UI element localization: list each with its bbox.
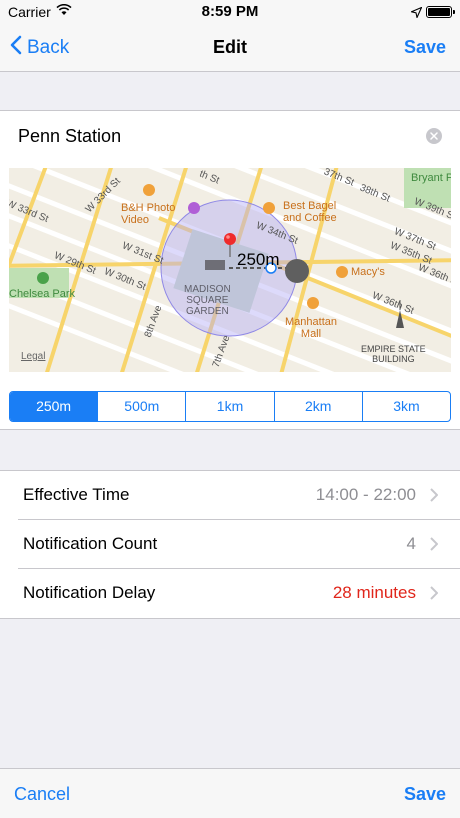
poi-bh-photo[interactable]: B&H Photo Video: [121, 202, 175, 226]
notification-count-row[interactable]: Notification Count 4: [18, 520, 460, 569]
clear-icon: [430, 132, 438, 140]
status-time: 8:59 PM: [201, 3, 259, 20]
radius-drag-handle[interactable]: [285, 259, 309, 283]
radius-option-500m[interactable]: 500m: [97, 392, 185, 421]
poi-manhattan-mall[interactable]: Manhattan Mall: [285, 316, 337, 340]
poi-madison-square-garden[interactable]: MADISON SQUARE GARDEN: [184, 284, 231, 317]
poi-best-bagel[interactable]: Best Bagel and Coffee: [283, 200, 337, 224]
notification-count-value: 4: [406, 534, 416, 553]
notification-count-label: Notification Count: [23, 534, 158, 553]
notification-delay-value: 28 minutes: [332, 583, 416, 602]
map-view[interactable]: W 33rd St W 31st St W 30th St W 29th St …: [9, 168, 451, 372]
location-name-input[interactable]: [18, 121, 413, 151]
battery-icon: [426, 6, 455, 18]
radius-option-1km[interactable]: 1km: [185, 392, 273, 421]
legal-link[interactable]: Legal: [21, 351, 45, 362]
notification-delay-row[interactable]: Notification Delay 28 minutes: [18, 569, 460, 618]
bottom-toolbar: Cancel Save: [0, 768, 460, 818]
location-pin-icon[interactable]: [223, 232, 237, 263]
radius-option-3km[interactable]: 3km: [361, 392, 450, 421]
clear-text-button[interactable]: [426, 128, 442, 144]
chevron-right-icon: [430, 586, 439, 605]
location-arrow-icon: [409, 5, 423, 21]
radius-label: 250m: [237, 250, 280, 269]
toolbar-save-button[interactable]: Save: [404, 784, 446, 805]
location-name-row: [0, 111, 460, 161]
cancel-button[interactable]: Cancel: [14, 784, 70, 805]
radius-option-2km[interactable]: 2km: [273, 392, 362, 421]
status-bar: Carrier 8:59 PM: [0, 0, 460, 24]
poi-bryant-park[interactable]: Bryant P: [411, 172, 451, 184]
poi-chelsea-park[interactable]: Chelsea Park: [9, 288, 75, 300]
poi-macys[interactable]: Macy's: [351, 266, 385, 278]
navigation-bar: Back Edit Save: [0, 24, 460, 72]
chevron-right-icon: [430, 537, 439, 556]
location-card: W 33rd St W 31st St W 30th St W 29th St …: [0, 110, 460, 430]
poi-empire-state-building[interactable]: EMPIRE STATE BUILDING: [361, 344, 426, 364]
page-title: Edit: [213, 37, 247, 57]
nav-save-button[interactable]: Save: [404, 37, 446, 58]
radius-segmented-control: 250m 500m 1km 2km 3km: [9, 391, 451, 422]
chevron-right-icon: [430, 488, 439, 507]
effective-time-value: 14:00 - 22:00: [315, 485, 416, 504]
settings-list: Effective Time 14:00 - 22:00 Notificatio…: [0, 470, 460, 619]
effective-time-label: Effective Time: [23, 485, 130, 504]
notification-delay-label: Notification Delay: [23, 583, 156, 602]
radius-option-250m[interactable]: 250m: [10, 392, 98, 421]
effective-time-row[interactable]: Effective Time 14:00 - 22:00: [18, 471, 460, 520]
